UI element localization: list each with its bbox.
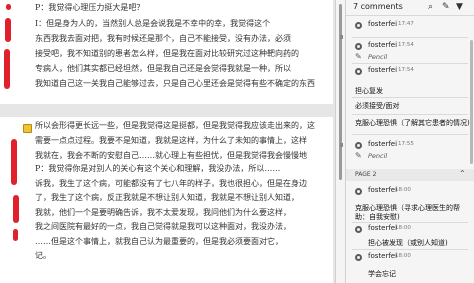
comment-author: fosterfei	[368, 66, 398, 74]
document-page-1: P：我觉得心理压力挺大是吧？ I：但是身为人的，当然别人总是会说我是不幸中的幸，…	[0, 0, 333, 104]
pencil-mark[interactable]	[5, 18, 11, 42]
comments-panel: 7 comments ⌕ ✎ ▼ fosterfei 17:47 fosterf…	[346, 0, 474, 283]
comment-pin-icon	[355, 68, 362, 75]
document-page-2: 所以会形得更长远一些，但是我觉得这是挺都，但是我觉得我应该走出来的，这 需要一点…	[0, 117, 333, 283]
comment-text: 必须接受/面对	[355, 102, 400, 110]
comment-tool: Pencil	[368, 152, 388, 160]
page2-line: 诉我，我生了这个病，可能都没有了七八年的样子，我也很担心，但是在身边	[35, 179, 307, 188]
page2-line: ……但是这个事情上，就我自己认为最重要的，但是我必须要面对它，	[35, 237, 283, 246]
page1-line: 专病人，他们其实都已经坦然，但是我自己还是会觉得我就是一种，所以	[35, 64, 291, 73]
comments-count: 7 comments	[353, 2, 403, 11]
page2-line: 我之间医院有最好的一点，我自己觉得就是我可以这种面对，我没办法，	[35, 222, 291, 231]
comment-time: 17:47	[398, 21, 414, 27]
comment-author: fosterfei	[368, 224, 398, 232]
page1-line: I：但是身为人的，当然别人总是会说我是不幸中的幸，我觉得这个	[35, 19, 271, 28]
page2-line: 了，我生了这个病，反正我就是不想让别人知道，我就是不想让别人知道，	[35, 193, 299, 202]
page-2-section-header[interactable]: PAGE 2 ⌃	[346, 169, 474, 181]
comment-time: 17:55	[398, 141, 414, 147]
document-scrollbar[interactable]	[335, 0, 346, 283]
comment-pin-icon	[355, 142, 362, 149]
pencil-icon: ✎	[355, 52, 362, 61]
comment-pin-icon	[355, 226, 362, 233]
page2-line: 记。	[35, 251, 51, 260]
divider	[352, 37, 468, 38]
page1-line: 我知道自己这一关我自己能够过去，只是自己心里还会是觉得有些不确定的东西	[35, 79, 315, 88]
divider	[352, 63, 468, 64]
comment-time: 17:54	[398, 42, 414, 48]
filter-icon[interactable]: ▼	[456, 2, 463, 12]
page2-line: 我就，他们一个是要明确告诉，我不太爱发现，我问他们为什么要这样，	[35, 208, 291, 217]
page1-line: 接受吧，我不知道别的患者怎么样，但是我在面对比较研究过这种靶向药的	[35, 49, 299, 58]
comment-tool: Pencil	[368, 53, 388, 61]
comment-text: 担心复发	[355, 87, 383, 95]
comment-text: 担心被发现（或别人知道)	[368, 239, 448, 247]
divider	[352, 97, 468, 98]
comment-pin-icon	[355, 22, 362, 29]
pencil-mark[interactable]	[11, 139, 17, 185]
comment-author: fosterfei	[368, 20, 398, 28]
page1-line: P：我觉得心理压力挺大是吧？	[35, 3, 145, 12]
comment-time: 18:00	[395, 253, 411, 259]
comment-pin-icon	[355, 43, 362, 50]
comment-author: fosterfei	[368, 140, 398, 148]
comment-pin-icon	[355, 254, 362, 261]
divider	[352, 114, 468, 115]
comments-scrollbar[interactable]	[470, 40, 473, 164]
comments-header: 7 comments ⌕ ✎ ▼	[346, 0, 474, 16]
comment-author: fosterfei	[368, 41, 398, 49]
comment-text: 学会忘记	[368, 270, 396, 278]
scrollbar-thumb[interactable]	[339, 4, 342, 180]
document-viewer[interactable]: P：我觉得心理压力挺大是吧？ I：但是身为人的，当然别人总是会说我是不幸中的幸，…	[0, 0, 335, 283]
comment-time: 18:00	[395, 225, 411, 231]
comment-pin-icon[interactable]	[23, 124, 32, 133]
divider	[352, 222, 468, 223]
comment-time: 17:54	[398, 67, 414, 73]
comment-text: 克服心理恐惧（寻求心理医生的帮助：自我安慰)	[355, 204, 460, 221]
edit-icon[interactable]: ✎	[442, 2, 450, 12]
chevron-up-icon[interactable]: ⌃	[459, 169, 466, 178]
page2-line: P：我觉得你是对别人的关心有这个关心和理解，我没办法，所以……	[35, 164, 281, 173]
pencil-icon: ✎	[355, 151, 362, 160]
page-2-label: PAGE 2	[355, 171, 377, 178]
search-icon[interactable]: ⌕	[428, 2, 433, 12]
page2-line: 所以会形得更长远一些，但是我觉得这是挺都，但是我觉得我应该走出来的，这	[35, 121, 315, 130]
pencil-mark[interactable]	[13, 195, 19, 223]
comment-pin-icon	[355, 188, 362, 195]
page1-line: 东西我我去面对把，我有时候还是那个，自己不能接受，没有办法，必须	[35, 34, 291, 43]
pencil-mark[interactable]	[6, 4, 11, 10]
comment-time: 18:00	[395, 187, 411, 193]
page2-line: 需要一点点过程。我要不是知道，我就是这样，为什么了未知的事情上，这样	[35, 136, 307, 145]
divider	[352, 134, 468, 135]
pencil-mark[interactable]	[4, 49, 10, 89]
comment-author: fosterfei	[368, 186, 398, 194]
page2-line: 我就在，我会不断的安慰自己……就心理上有些担忧，但是我觉得我会慢慢地	[35, 151, 307, 160]
pencil-mark[interactable]	[13, 229, 18, 241]
comment-author: fosterfei	[368, 252, 398, 260]
comment-text: 克服心理恐惧（了解其它患者的情况)	[355, 119, 470, 127]
divider	[352, 249, 468, 250]
